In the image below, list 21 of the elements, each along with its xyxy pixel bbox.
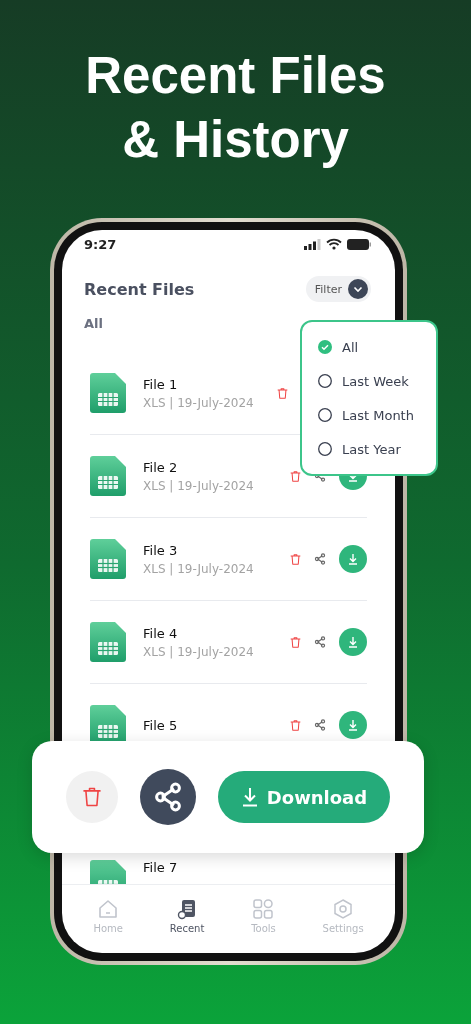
filter-button[interactable]: Filter	[305, 276, 371, 302]
file-name: File 4	[143, 625, 179, 641]
file-meta: XLS | 19-July-2024	[143, 644, 255, 659]
nav-tab[interactable]: Recent	[169, 898, 205, 934]
headline: Recent Files	[85, 46, 386, 106]
screen-title: Recent Files	[84, 279, 195, 299]
file-name: File 7	[143, 860, 179, 875]
section-label: All	[83, 315, 104, 333]
filter-option[interactable]: Last Year	[302, 432, 436, 466]
file-name: File 5	[143, 717, 179, 733]
file-name: File 2	[143, 459, 179, 475]
filter-option[interactable]: Last Week	[302, 364, 436, 398]
file-meta: XLS | 19-July-2024	[143, 478, 255, 493]
file-meta: XLS | 19-July-2024	[143, 395, 255, 410]
file-name: File 1	[143, 376, 179, 392]
file-meta: XLS | 19-July-2024	[143, 561, 255, 576]
filter-option[interactable]: Last Month	[302, 398, 436, 432]
filter-option[interactable]: All	[302, 330, 436, 364]
file-name: File 3	[143, 542, 179, 558]
headline: & History	[122, 110, 349, 170]
status-time: 9:27	[84, 236, 117, 252]
